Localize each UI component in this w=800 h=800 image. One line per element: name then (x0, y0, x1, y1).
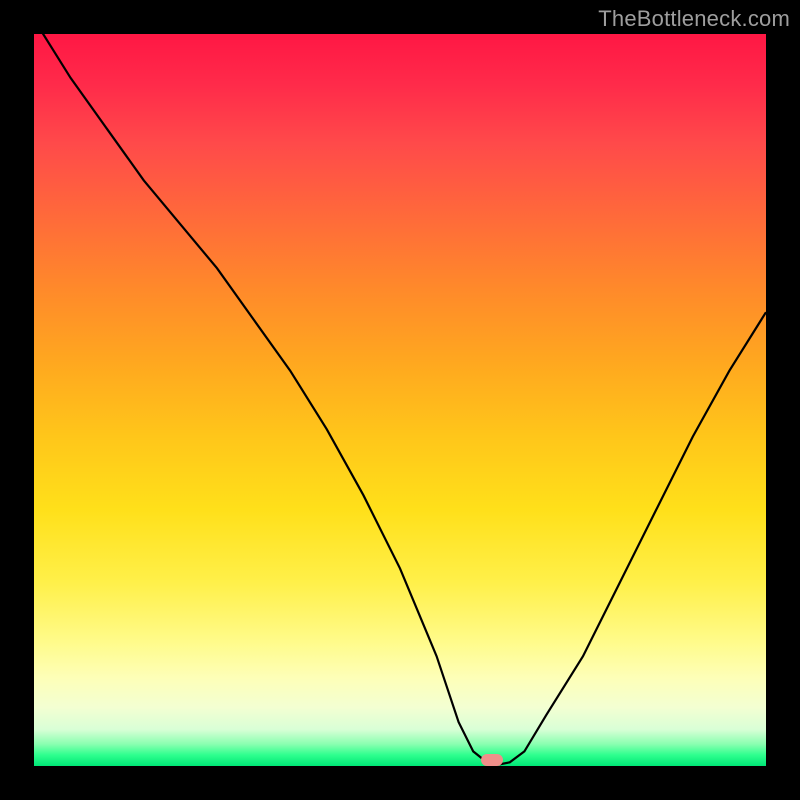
plot-area (34, 34, 766, 766)
chart-frame: TheBottleneck.com (0, 0, 800, 800)
optimal-point-marker (481, 754, 503, 766)
watermark-text: TheBottleneck.com (598, 6, 790, 32)
curve-path (34, 34, 766, 766)
bottleneck-curve (34, 34, 766, 766)
